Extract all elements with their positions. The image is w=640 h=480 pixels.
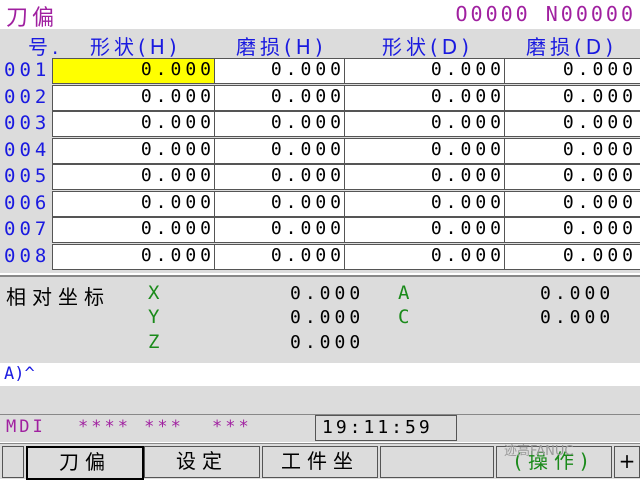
offset-cell[interactable]: 0.000 — [52, 243, 226, 270]
header-number: 号. — [28, 35, 63, 59]
softkey-setting[interactable]: 设定 — [144, 446, 260, 478]
offset-cell[interactable]: 0.000 — [344, 111, 516, 137]
offset-cell[interactable]: 0.000 — [504, 137, 640, 164]
status-stars: **** *** — [78, 417, 184, 437]
axis-z-value: 0.000 — [290, 332, 365, 353]
offset-cell[interactable]: 0.000 — [214, 111, 356, 137]
axis-x-label: X — [148, 282, 160, 304]
axis-y-label: Y — [148, 306, 160, 328]
softkey-plus[interactable]: + — [614, 446, 640, 478]
axis-x-value: 0.000 — [290, 283, 365, 304]
offset-cell[interactable]: 0.000 — [344, 217, 516, 243]
offset-cell[interactable]: 0.000 — [214, 217, 356, 243]
offset-cell[interactable]: 0.000 — [52, 217, 226, 243]
offset-cell[interactable]: 0.000 — [504, 190, 640, 217]
offset-cell[interactable]: 0.000 — [344, 84, 516, 111]
offset-cell[interactable]: 0.000 — [52, 84, 226, 111]
header-wear-h: 磨损(H) — [236, 35, 327, 59]
offset-cell[interactable]: 0.000 — [344, 190, 516, 217]
offset-cell[interactable]: 0.000 — [52, 111, 226, 137]
input-text: A)^ — [4, 364, 35, 384]
axis-a-value: 0.000 — [540, 283, 615, 304]
row-number: 002 — [4, 85, 51, 108]
axis-z-label: Z — [148, 331, 160, 353]
axis-c-label: C — [398, 306, 410, 328]
axis-c-value: 0.000 — [540, 307, 615, 328]
offset-cell[interactable]: 0.000 — [214, 84, 356, 111]
coords-label: 相对坐标 — [6, 285, 110, 309]
row-number: 003 — [4, 112, 51, 134]
offset-cell[interactable]: 0.000 — [344, 164, 516, 190]
row-number: 006 — [4, 191, 51, 214]
program-number: O0000 N00000 — [455, 2, 636, 26]
offset-cell[interactable]: 0.000 — [504, 243, 640, 270]
header-geom-d: 形状(D) — [382, 35, 474, 59]
axis-y-value: 0.000 — [290, 307, 365, 328]
row-number: 004 — [4, 138, 51, 161]
offset-cell[interactable]: 0.000 — [214, 164, 356, 190]
screen-title: 刀偏 — [6, 6, 59, 31]
mode-indicator: MDI — [6, 417, 46, 437]
clock: 19:11:59 — [322, 417, 433, 438]
offset-cell[interactable]: 0.000 — [214, 243, 356, 270]
watermark-text: 迹高FANUC — [504, 444, 574, 459]
softkey-left-arrow[interactable] — [2, 446, 24, 478]
row-number: 005 — [4, 165, 51, 187]
softkey-work-coord[interactable]: 工件坐 — [262, 446, 378, 478]
softkey-offset[interactable]: 刀偏 — [26, 446, 144, 480]
offset-cell[interactable]: 0.000 — [344, 58, 516, 84]
header-geom-h: 形状(H) — [90, 35, 181, 59]
offset-cell[interactable]: 0.000 — [52, 190, 226, 217]
offset-cell[interactable]: 0.000 — [214, 58, 356, 84]
offset-cell[interactable]: 0.000 — [504, 164, 640, 190]
offset-cell[interactable]: 0.000 — [214, 190, 356, 217]
row-number: 007 — [4, 218, 51, 240]
offset-cell[interactable]: 0.000 — [504, 217, 640, 243]
offset-cell[interactable]: 0.000 — [52, 164, 226, 190]
softkey-blank[interactable] — [380, 446, 494, 478]
header-wear-d: 磨损(D) — [526, 35, 618, 59]
row-number: 001 — [4, 59, 51, 81]
offset-cell[interactable]: 0.000 — [504, 111, 640, 137]
offset-cell[interactable]: 0.000 — [344, 137, 516, 164]
offset-cell[interactable]: 0.000 — [504, 84, 640, 111]
offset-cell[interactable]: 0.000 — [214, 137, 356, 164]
input-buffer[interactable] — [0, 364, 640, 386]
row-number: 008 — [4, 244, 51, 267]
axis-a-label: A — [398, 282, 410, 304]
status-stars-2: *** — [212, 417, 252, 437]
offset-cell[interactable]: 0.000 — [52, 137, 226, 164]
offset-cell[interactable]: 0.000 — [504, 58, 640, 84]
offset-cell[interactable]: 0.000 — [344, 243, 516, 270]
offset-cell[interactable]: 0.000 — [52, 58, 226, 84]
message-area — [0, 386, 640, 414]
